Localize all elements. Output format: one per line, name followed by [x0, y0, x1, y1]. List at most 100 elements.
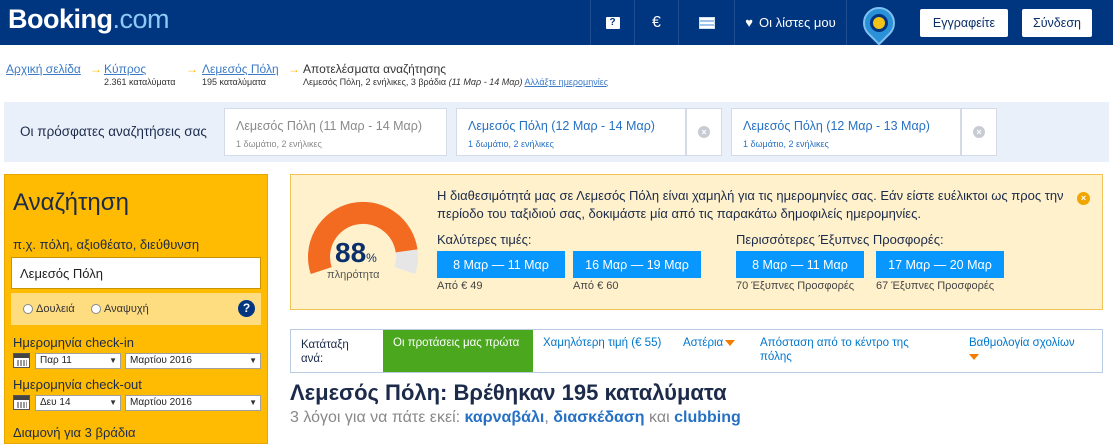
checkout-month-select[interactable]: Μαρτίου 2016 ▼ [125, 395, 261, 411]
search-panel: Αναζήτηση π.χ. πόλη, αξιοθέατο, διεύθυνσ… [4, 174, 268, 444]
smart-deals-heading: Περισσότερες Έξυπνες Προσφορές: [736, 232, 944, 247]
radio-icon [91, 304, 101, 315]
best-price-date-button[interactable]: 8 Μαρ — 11 Μαρ [437, 251, 565, 278]
breadcrumb-home-link[interactable]: Αρχική σελίδα [6, 62, 81, 76]
sort-lowest-price-tab[interactable]: Χαμηλότερη τιμή (€ 55) [543, 336, 673, 350]
chevron-down-icon: ▼ [249, 398, 257, 407]
breadcrumb-country-link[interactable]: Κύπρος [104, 62, 146, 76]
logo-suffix-text: .com [112, 4, 170, 34]
breadcrumb-city: Λεμεσός Πόλη 195 καταλύματα [202, 62, 279, 87]
reason-link[interactable]: διασκέδαση [553, 409, 644, 426]
breadcrumb-city-count: 195 καταλύματα [202, 77, 266, 87]
search-summary-text: Λεμεσός Πόλη, 2 ενήλικες, 3 βράδια [303, 77, 447, 87]
search-title: Αναζήτηση [13, 189, 129, 216]
recent-search-title: Λεμεσός Πόλη (12 Μαρ - 13 Μαρ) [743, 119, 930, 133]
reason-and: και [649, 409, 670, 426]
caret-down-icon [725, 339, 736, 346]
reason-link[interactable]: clubbing [674, 409, 741, 426]
sort-stars-tab[interactable]: Αστέρια [683, 336, 736, 350]
smart-deal-sub: 70 Έξυπνες Προσφορές [736, 280, 855, 292]
breadcrumb-separator: → [186, 62, 198, 76]
availability-alert: 88% πληρότητα Η διαθεσιμότητά μας σε Λεμ… [290, 174, 1103, 310]
trip-purpose-group: Δουλειά Αναψυχή ? [11, 293, 261, 325]
checkin-day-select[interactable]: Παρ 11 ▼ [35, 353, 121, 369]
currency-symbol: € [652, 13, 661, 31]
remove-recent-search-button[interactable]: × [686, 108, 722, 156]
trip-work-label: Δουλειά [36, 303, 75, 315]
best-prices-heading: Καλύτερες τιμές: [437, 232, 532, 247]
breadcrumb-home: Αρχική σελίδα [6, 62, 81, 76]
availability-message: Η διαθεσιμότητά μας σε Λεμεσός Πόλη είνα… [437, 188, 1064, 221]
smart-deal-date-button[interactable]: 8 Μαρ — 11 Μαρ [736, 251, 864, 278]
smart-deal-sub: 67 Έξυπνες Προσφορές [876, 280, 995, 292]
best-price-sub: Από € 60 [573, 280, 619, 292]
recent-search-card[interactable]: Λεμεσός Πόλη (11 Μαρ - 14 Μαρ) 1 δωμάτιο… [224, 108, 447, 156]
radio-icon [23, 304, 33, 315]
stay-length-label: Διαμονή για 3 βράδια [13, 425, 136, 440]
recent-search-sub: 1 δωμάτιο, 2 ενήλικες [743, 139, 829, 149]
logo-main-text: Booking [8, 4, 113, 34]
recent-search-card[interactable]: Λεμεσός Πόλη (12 Μαρ - 13 Μαρ) 1 δωμάτιο… [731, 108, 961, 156]
login-button[interactable]: Σύνδεση [1022, 9, 1092, 37]
change-dates-link[interactable]: Αλλάξτε ημερομηνίες [525, 77, 609, 87]
breadcrumb-current: Αποτελέσματα αναζήτησης Λεμεσός Πόλη, 2 … [303, 62, 608, 87]
recent-search-card[interactable]: Λεμεσός Πόλη (12 Μαρ - 14 Μαρ) 1 δωμάτιο… [456, 108, 686, 156]
checkout-label: Ημερομηνία check-out [13, 377, 142, 392]
gauge-value: 88% [335, 237, 377, 269]
breadcrumb-current-summary: Λεμεσός Πόλη, 2 ενήλικες, 3 βράδια (11 Μ… [303, 77, 608, 87]
top-header: Booking.com ? € ♥ Οι λίστες μου Εγγραφεί… [0, 0, 1113, 46]
my-lists-label: Οι λίστες μου [759, 15, 836, 30]
app-button[interactable] [846, 0, 910, 46]
trip-leisure-label: Αναψυχή [104, 303, 149, 315]
checkin-month-select[interactable]: Μαρτίου 2016 ▼ [125, 353, 261, 369]
reason-link[interactable]: καρναβάλι [465, 409, 545, 426]
reasons-prefix: 3 λόγοι για να πάτε εκεί: [290, 409, 461, 426]
close-icon[interactable]: × [1077, 192, 1090, 205]
breadcrumb-separator: → [90, 62, 102, 76]
breadcrumb-city-link[interactable]: Λεμεσός Πόλη [202, 62, 279, 76]
results-reasons: 3 λόγοι για να πάτε εκεί: καρναβάλι, δια… [290, 409, 741, 427]
trip-leisure-radio[interactable]: Αναψυχή [91, 303, 149, 315]
help-button[interactable]: ? [590, 0, 634, 45]
map-pin-icon [855, 0, 902, 46]
sort-bar: Κατάταξη ανά: Οι προτάσεις μας πρώτα Χαμ… [290, 329, 1103, 373]
best-price-sub: Από € 49 [437, 280, 483, 292]
currency-button[interactable]: € [634, 0, 678, 45]
gauge-number: 88 [335, 237, 367, 268]
calendar-icon[interactable] [13, 395, 30, 410]
destination-label: π.χ. πόλη, αξιοθέατο, διεύθυνση [13, 237, 200, 252]
checkin-day-value: Παρ 11 [40, 355, 72, 366]
trip-work-radio[interactable]: Δουλειά [23, 303, 75, 315]
smart-deal-date-button[interactable]: 17 Μαρ — 20 Μαρ [876, 251, 1004, 278]
destination-input[interactable]: Λεμεσός Πόλη [11, 257, 261, 289]
remove-recent-search-button[interactable]: × [961, 108, 997, 156]
checkin-month-value: Μαρτίου 2016 [130, 355, 192, 366]
gauge-label: πληρότητα [327, 269, 380, 281]
chevron-down-icon: ▼ [249, 356, 257, 365]
booking-logo[interactable]: Booking.com [8, 4, 170, 35]
sort-review-label: Βαθμολογία σχολίων [969, 337, 1075, 349]
calendar-icon[interactable] [13, 353, 30, 368]
recent-search-sub: 1 δωμάτιο, 2 ενήλικες [236, 139, 322, 149]
breadcrumb-current-label: Αποτελέσματα αναζήτησης [303, 62, 447, 76]
checkout-day-value: Δευ 14 [40, 397, 71, 408]
breadcrumb-country: Κύπρος 2.361 καταλύματα [104, 62, 175, 87]
register-button[interactable]: Εγγραφείτε [920, 9, 1008, 37]
breadcrumb-separator: → [288, 62, 300, 76]
chevron-down-icon: ▼ [109, 398, 117, 407]
gauge-unit: % [366, 251, 377, 265]
my-lists-button[interactable]: ♥ Οι λίστες μου [734, 0, 846, 45]
help-icon: ? [605, 16, 620, 29]
sort-distance-tab[interactable]: Απόσταση από το κέντρο της πόλης [760, 336, 940, 364]
best-price-date-button[interactable]: 16 Μαρ — 19 Μαρ [573, 251, 701, 278]
sort-label: Κατάταξη ανά: [301, 339, 349, 365]
checkout-day-select[interactable]: Δευ 14 ▼ [35, 395, 121, 411]
greek-flag-icon [698, 16, 715, 29]
close-icon: × [698, 126, 710, 138]
sort-recommended-tab[interactable]: Οι προτάσεις μας πρώτα [383, 330, 533, 372]
language-button[interactable] [678, 0, 734, 45]
sort-review-score-tab[interactable]: Βαθμολογία σχολίων [969, 336, 1099, 364]
checkin-label: Ημερομηνία check-in [13, 335, 134, 350]
help-icon[interactable]: ? [238, 300, 255, 317]
recent-search-title: Λεμεσός Πόλη (11 Μαρ - 14 Μαρ) [236, 119, 423, 133]
